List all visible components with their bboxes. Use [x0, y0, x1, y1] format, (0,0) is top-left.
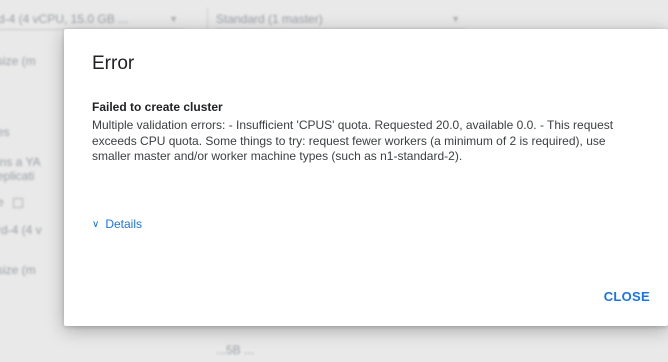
- cluster-mode-select[interactable]: Standard (1 master) ▼: [216, 9, 466, 30]
- details-toggle[interactable]: ∨ Details: [92, 217, 142, 231]
- worker-disk-size-label: size (m: [0, 263, 36, 277]
- divider: [207, 8, 208, 30]
- bottom-select-left[interactable]: [0, 340, 64, 360]
- section-label: es: [0, 125, 10, 139]
- bottom-select-value: ...5B ...: [216, 343, 255, 357]
- disk-size-label: size (m: [0, 54, 36, 68]
- field-label: e: [0, 195, 24, 209]
- bottom-select-right[interactable]: ...5B ...: [216, 340, 366, 360]
- dialog-title: Error: [92, 53, 135, 74]
- dropdown-arrow-icon: ▼: [169, 14, 178, 24]
- error-dialog: Error Failed to create cluster Multiple …: [64, 29, 668, 326]
- error-heading: Failed to create cluster: [92, 100, 223, 114]
- dropdown-arrow-icon: ▼: [451, 14, 460, 24]
- checkbox-icon[interactable]: [13, 197, 24, 208]
- yaml-hint-text: ins a YA: [0, 155, 41, 169]
- details-label: Details: [105, 217, 143, 231]
- field-label-text: e: [0, 195, 4, 209]
- machine-type-select[interactable]: rd-4 (4 vCPU, 15.0 GB ... ▼: [0, 9, 184, 30]
- machine-type-value: rd-4 (4 vCPU, 15.0 GB ...: [0, 12, 129, 26]
- cluster-mode-value: Standard (1 master): [216, 12, 323, 26]
- error-message: Multiple validation errors: - Insufficie…: [92, 118, 614, 164]
- yaml-hint-text-2: eplicati: [0, 169, 35, 183]
- worker-machine-type-value[interactable]: rd-4 (4 v: [0, 223, 42, 237]
- chevron-down-icon: ∨: [92, 218, 100, 230]
- close-button[interactable]: CLOSE: [602, 285, 652, 308]
